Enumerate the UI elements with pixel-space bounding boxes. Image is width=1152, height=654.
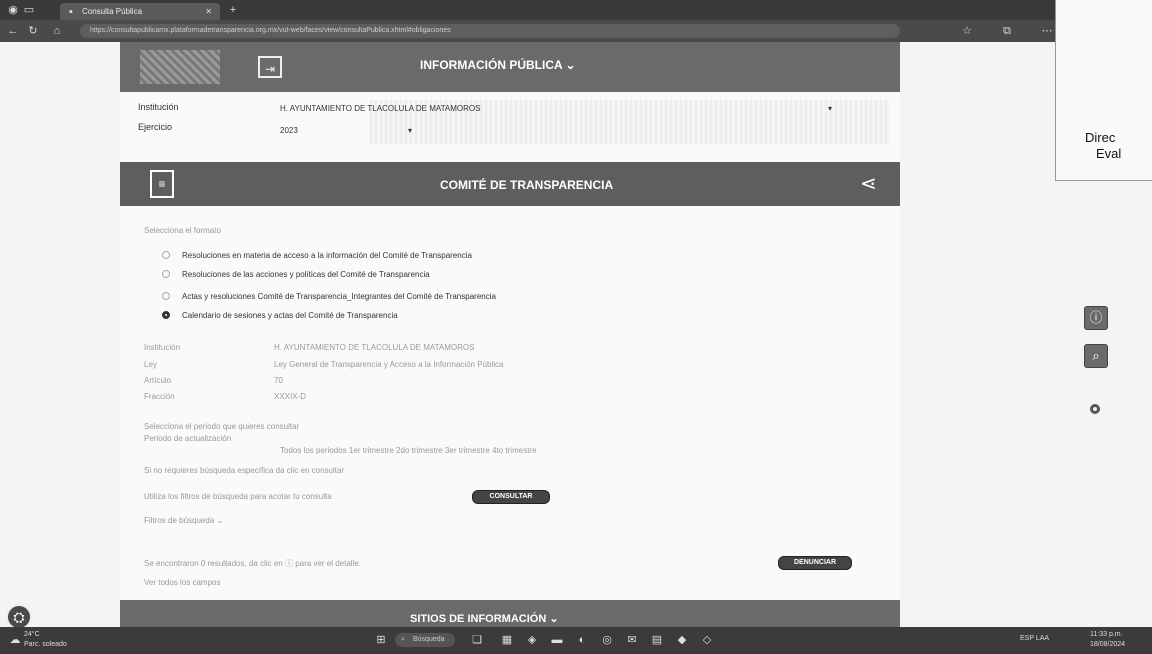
period-prompt: Selecciona el periodo que quieres consul… (144, 422, 300, 431)
favorites-icon[interactable]: ☆ (960, 24, 974, 38)
ejercicio-label: Ejercicio (138, 122, 173, 132)
sitios-info-menu[interactable]: SITIOS DE INFORMACIÓN ⌄ (410, 612, 559, 625)
chevron-down-icon[interactable]: ▾ (828, 104, 832, 113)
language-indicator[interactable]: ESP LAA (1020, 635, 1049, 642)
circle-side-icon[interactable] (1090, 404, 1100, 414)
radio-button-selected[interactable] (162, 311, 170, 319)
browser-titlebar: ◉ ▭ ▪ Consulta Pública ✕ + (0, 0, 1152, 20)
tab-close-icon[interactable]: ✕ (205, 3, 212, 20)
section-title: COMITÉ DE TRANSPARENCIA (440, 178, 614, 192)
detail-ley-value: Ley General de Transparencia y Acceso a … (274, 360, 504, 369)
collections-icon[interactable]: ⧉ (1000, 24, 1014, 38)
institucion-label: Institución (138, 102, 179, 112)
sitios-info-footer: SITIOS DE INFORMACIÓN ⌄ (120, 600, 900, 627)
home-icon[interactable]: ⌂ (50, 24, 64, 38)
refresh-icon[interactable]: ↻ (26, 24, 40, 38)
radio-button[interactable] (162, 251, 170, 259)
consultar-button[interactable]: CONSULTAR (472, 490, 550, 504)
detail-ley-label: Ley (144, 360, 157, 369)
back-icon[interactable]: ← (6, 24, 20, 38)
tab-actions-icon[interactable]: ▭ (22, 3, 36, 17)
clock-date[interactable]: 18/08/2024 (1090, 641, 1125, 648)
task-view-icon[interactable]: ❏ (470, 633, 484, 647)
format-option-1[interactable]: Resoluciones de las acciones y políticas… (162, 267, 430, 281)
logout-icon[interactable]: ⇥ (258, 56, 282, 78)
taskbar-search[interactable]: ⌕ Búsqueda (395, 633, 455, 647)
page-content: ⇥ INFORMACIÓN PÚBLICA ⌄ Institución H. A… (120, 42, 900, 627)
store-icon[interactable]: ▤ (650, 633, 664, 647)
results-text: Se encontraron 0 resultados, da clic en … (144, 559, 362, 568)
app-icon[interactable]: ◇ (700, 633, 714, 647)
detail-fraccion-value: XXXIX-D (274, 392, 307, 401)
ejercicio-select[interactable]: 2023 (280, 126, 298, 135)
browser-tab[interactable]: ▪ Consulta Pública ✕ (60, 3, 220, 20)
period-options[interactable]: Todos los periodos 1er trimestre 2do tri… (280, 446, 537, 455)
tab-title: Consulta Pública (82, 7, 143, 16)
detail-institucion-value: H. AYUNTAMIENTO DE TLACOLULA DE MATAMORO… (274, 343, 475, 352)
site-logo[interactable] (140, 50, 220, 84)
chevron-down-icon[interactable]: ▾ (408, 126, 412, 135)
search-side-icon[interactable]: ⌕ (1084, 344, 1108, 368)
mail-icon[interactable]: ✉ (625, 633, 639, 647)
period-label: Periodo de actualización (144, 434, 232, 443)
search-filters-toggle[interactable]: Filtros de búsqueda ⌄ (144, 516, 223, 525)
detail-articulo-label: Artículo (144, 376, 172, 385)
radio-button[interactable] (162, 270, 170, 278)
query-hint: Si no requieres búsqueda específica da c… (144, 466, 345, 475)
paper-line-1: Direc (1085, 130, 1116, 145)
settings-icon[interactable]: ⋯ (1040, 24, 1054, 38)
start-icon[interactable]: ⊞ (374, 633, 388, 647)
weather-desc: Parc. soleado (24, 641, 67, 648)
tab-favicon-icon: ▪ (69, 6, 73, 18)
detail-fraccion-label: Fracción (144, 392, 175, 401)
radio-button[interactable] (162, 292, 170, 300)
url-field[interactable]: https://consultapublicamx.plataformadetr… (80, 24, 900, 38)
new-tab-icon[interactable]: + (226, 3, 240, 17)
edge-icon[interactable]: ◐ (575, 633, 589, 647)
chrome-icon[interactable]: ◎ (600, 633, 614, 647)
format-prompt: Selecciona el formato (144, 226, 221, 235)
app-icon[interactable]: ◆ (675, 633, 689, 647)
format-option-3[interactable]: Calendario de sesiones y actas del Comit… (162, 308, 398, 322)
chat-icon[interactable]: ◈ (525, 633, 539, 647)
document-icon: ≡ (150, 170, 174, 198)
weather-temp: 24°C (24, 631, 40, 638)
search-icon: ⌕ (401, 636, 405, 643)
windows-taskbar: ☁ 24°C Parc. soleado ⊞ ⌕ Búsqueda ❏ ▦ ◈ … (0, 627, 1152, 654)
browser-profile-icon[interactable]: ◉ (6, 3, 20, 17)
page-viewport: ⇥ INFORMACIÓN PÚBLICA ⌄ Institución H. A… (0, 42, 1152, 630)
info-side-icon[interactable]: ⓘ (1084, 306, 1108, 330)
weather-icon[interactable]: ☁ (8, 633, 22, 647)
filters-hint: Utiliza los filtros de búsqueda para aco… (144, 492, 332, 501)
clock-time[interactable]: 11:33 p.m. (1090, 631, 1123, 638)
info-publica-menu[interactable]: INFORMACIÓN PÚBLICA ⌄ (420, 58, 576, 72)
comite-section-header: ≡ COMITÉ DE TRANSPARENCIA ⋖ (120, 162, 900, 206)
paper-line-2: Eval (1096, 146, 1122, 161)
detail-institucion-label: Institución (144, 343, 181, 352)
address-bar: ← ↻ ⌂ https://consultapublicamx.platafor… (0, 20, 1152, 42)
file-explorer-icon[interactable]: ▬ (550, 633, 564, 647)
info-publica-header: ⇥ INFORMACIÓN PÚBLICA ⌄ (120, 42, 900, 92)
format-option-0[interactable]: Resoluciones en materia de acceso a la i… (162, 248, 472, 262)
share-icon[interactable]: ⋖ (860, 174, 877, 194)
denunciar-button[interactable]: DENUNCIAR (778, 556, 852, 570)
detail-articulo-value: 70 (274, 376, 283, 385)
widgets-icon[interactable]: ▦ (500, 633, 514, 647)
format-option-2[interactable]: Actas y resoluciones Comité de Transpare… (162, 289, 496, 303)
ver-todos-link[interactable]: Ver todos los campos (144, 578, 220, 587)
institucion-select[interactable]: H. AYUNTAMIENTO DE TLACOLULA DE MATAMORO… (280, 104, 480, 113)
